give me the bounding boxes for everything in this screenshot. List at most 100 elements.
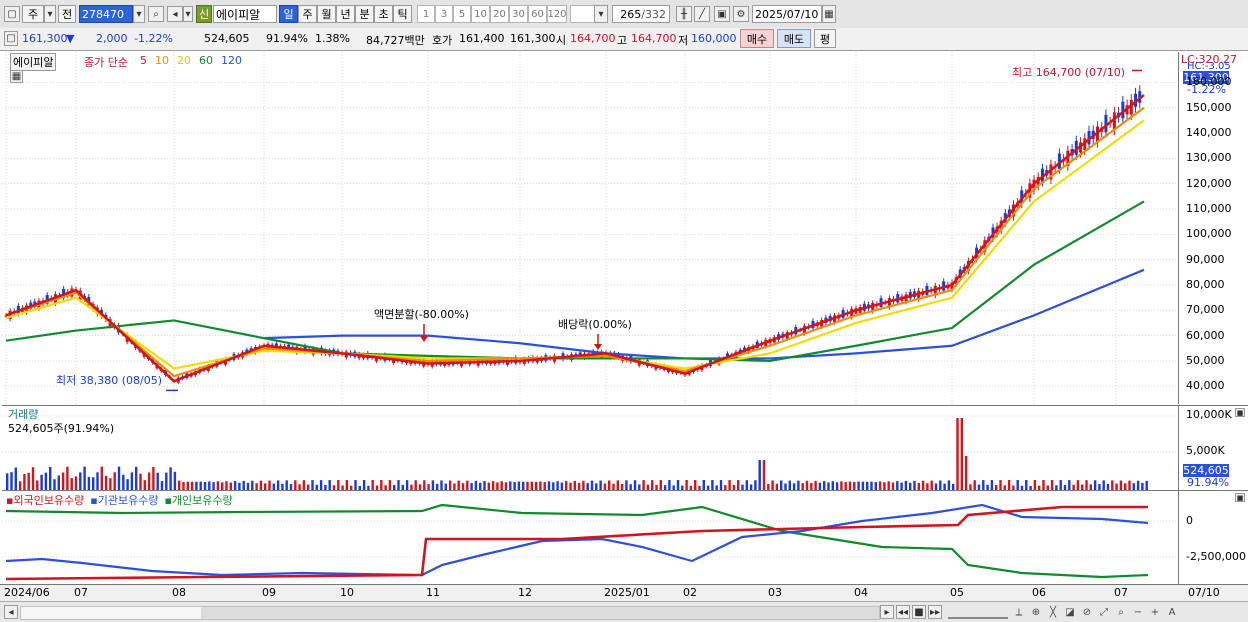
eval-button[interactable]: 평 [814,29,836,48]
fast-forward-icon[interactable]: ▸▸ [928,605,942,619]
maximize-icon[interactable]: ■ [1235,493,1245,502]
tool-icon-8[interactable]: + [1148,605,1162,619]
volume-panel[interactable]: 거래량 524,605주(91.94%) [2,405,1178,490]
tool-icon-5[interactable]: ⤢ [1097,605,1111,619]
scroll-thumb[interactable] [201,607,879,619]
tool-icon-2[interactable]: ╳ [1046,605,1060,619]
legend-ma-5[interactable]: 5 [140,54,147,67]
volume-bar [534,481,538,490]
volume-bar [57,475,60,490]
high-label: 고 [617,34,628,47]
legend-ma-10[interactable]: 10 [155,54,169,67]
tab-period-3[interactable]: 년 [336,5,355,23]
maximize-icon[interactable]: ■ [1235,408,1245,417]
sell-button[interactable]: 매도 [777,29,811,48]
tab-period-2[interactable]: 월 [317,5,336,23]
interval-button-10[interactable]: 10 [471,5,490,23]
market-select[interactable]: 주 [22,5,44,23]
interval-button-1[interactable]: 1 [417,5,435,23]
legend-ma-120[interactable]: 120 [221,54,242,67]
save-icon[interactable]: ▣ [714,6,730,22]
volume-bar [268,480,271,490]
tool-icon-0[interactable]: ⟂ [1012,605,1026,619]
legend-ma-20[interactable]: 20 [177,54,191,67]
rewind-icon[interactable]: ◂◂ [896,605,910,619]
price-chart-panel[interactable]: 에이피알 종가 단순 5 10 20 60 120 ▦ 최고 164,700 (07/1… [2,52,1178,404]
dividend-arrow-icon [594,344,602,350]
tool-icon-7[interactable]: − [1131,605,1145,619]
draw-icon[interactable]: ╱ [694,6,710,22]
volume-bar [870,481,873,490]
search-icon[interactable]: ⌕ [148,6,164,22]
chevron-down-icon[interactable]: ▾ [133,5,145,23]
volume-bar [891,482,895,490]
interval-button-3[interactable]: 3 [435,5,453,23]
tool-icon-9[interactable]: A [1165,605,1179,619]
volume-bar [397,480,400,490]
chevron-down-icon[interactable]: ▾ [594,5,608,23]
volume-bar [861,481,865,490]
chevron-down-icon[interactable]: ▾ [44,5,56,23]
current-price: 161,300 [22,32,68,45]
zoom-slider[interactable] [948,607,1008,619]
window-icon[interactable]: ▢ [4,31,18,46]
gear-icon[interactable]: ⚙ [733,6,749,22]
stock-code-input[interactable]: 278470 [79,5,133,23]
tool-icon-6[interactable]: ⌕ [1114,605,1128,619]
volume-bar [470,483,473,490]
sell-label: 매도 [783,32,805,46]
volume-bar [238,482,241,490]
date-field[interactable]: 2025/07/10 [752,5,822,23]
volume-bar [354,480,357,490]
stop-icon[interactable]: ■ [912,605,926,619]
holder-legend: ▪외국인보유수량 ▪기관보유수량 ▪개인보유수량 [6,492,233,508]
chevron-down-icon[interactable]: ▾ [183,6,193,22]
bottom-scrollbar: ◂ ▸ ◂◂ ■ ▸▸ ⟂ ⊕ ╳ ◪ ⊘ ⤢ ⌕ − + A [0,601,1248,622]
holder-legend-item-2[interactable]: ▪개인보유수량 [164,492,232,508]
price-chart-svg [2,52,1178,404]
legend-ma-60[interactable]: 60 [199,54,213,67]
interval-button-30[interactable]: 30 [509,5,528,23]
volume-bar [805,480,809,490]
tab-period-6[interactable]: 틱 [393,5,412,23]
speaker-icon[interactable]: ◂ [167,6,183,22]
window-icon[interactable]: ▢ [4,6,20,22]
legend-stock-name[interactable]: 에이피알 [10,53,57,71]
candle-icon[interactable]: ╫ [676,6,692,22]
interval-button-5[interactable]: 5 [453,5,471,23]
bid-price: 161,300 [510,32,556,45]
tab-period-4[interactable]: 분 [355,5,374,23]
interval-button-20[interactable]: 20 [490,5,509,23]
tab-period-5[interactable]: 초 [374,5,393,23]
table-icon[interactable]: ▦ [10,70,23,83]
tab-period-1[interactable]: 주 [298,5,317,23]
change-value: 2,000 [96,32,128,45]
buy-button[interactable]: 매수 [740,29,774,48]
scroll-left-icon[interactable]: ◂ [4,605,18,619]
holder-legend-item-0[interactable]: ▪외국인보유수량 [6,492,84,508]
interval-button-120[interactable]: 120 [547,5,567,23]
volume-bar [668,480,671,490]
tool-icon-4[interactable]: ⊘ [1080,605,1094,619]
stock-name-field[interactable]: 에이피알 [213,5,277,23]
x-axis-end: 07/10 [1188,586,1220,599]
holder-panel[interactable]: ▪외국인보유수량 ▪기관보유수량 ▪개인보유수량 [2,490,1178,585]
interval-button-60[interactable]: 60 [528,5,547,23]
prev-button[interactable]: 전 [58,5,76,23]
tool-icon-1[interactable]: ⊕ [1029,605,1043,619]
tool-icon-3[interactable]: ◪ [1063,605,1077,619]
x-axis-label: 06 [1032,586,1046,599]
count-field[interactable]: 265/332 [612,5,670,23]
volume-bar [939,480,942,490]
holder-legend-item-1[interactable]: ▪기관보유수량 [90,492,158,508]
calendar-icon[interactable]: ▦ [822,5,836,23]
volume-bar [496,482,499,490]
axis-tick-label: 10,000K [1186,408,1232,421]
volume-bar [651,480,654,490]
scroll-track[interactable] [20,606,880,620]
tab-period-0[interactable]: 일 [279,5,298,23]
play-icon[interactable]: ▸ [880,605,894,619]
volume-bar [582,480,585,490]
volume-bar [474,480,478,490]
volume-bar [285,480,288,490]
